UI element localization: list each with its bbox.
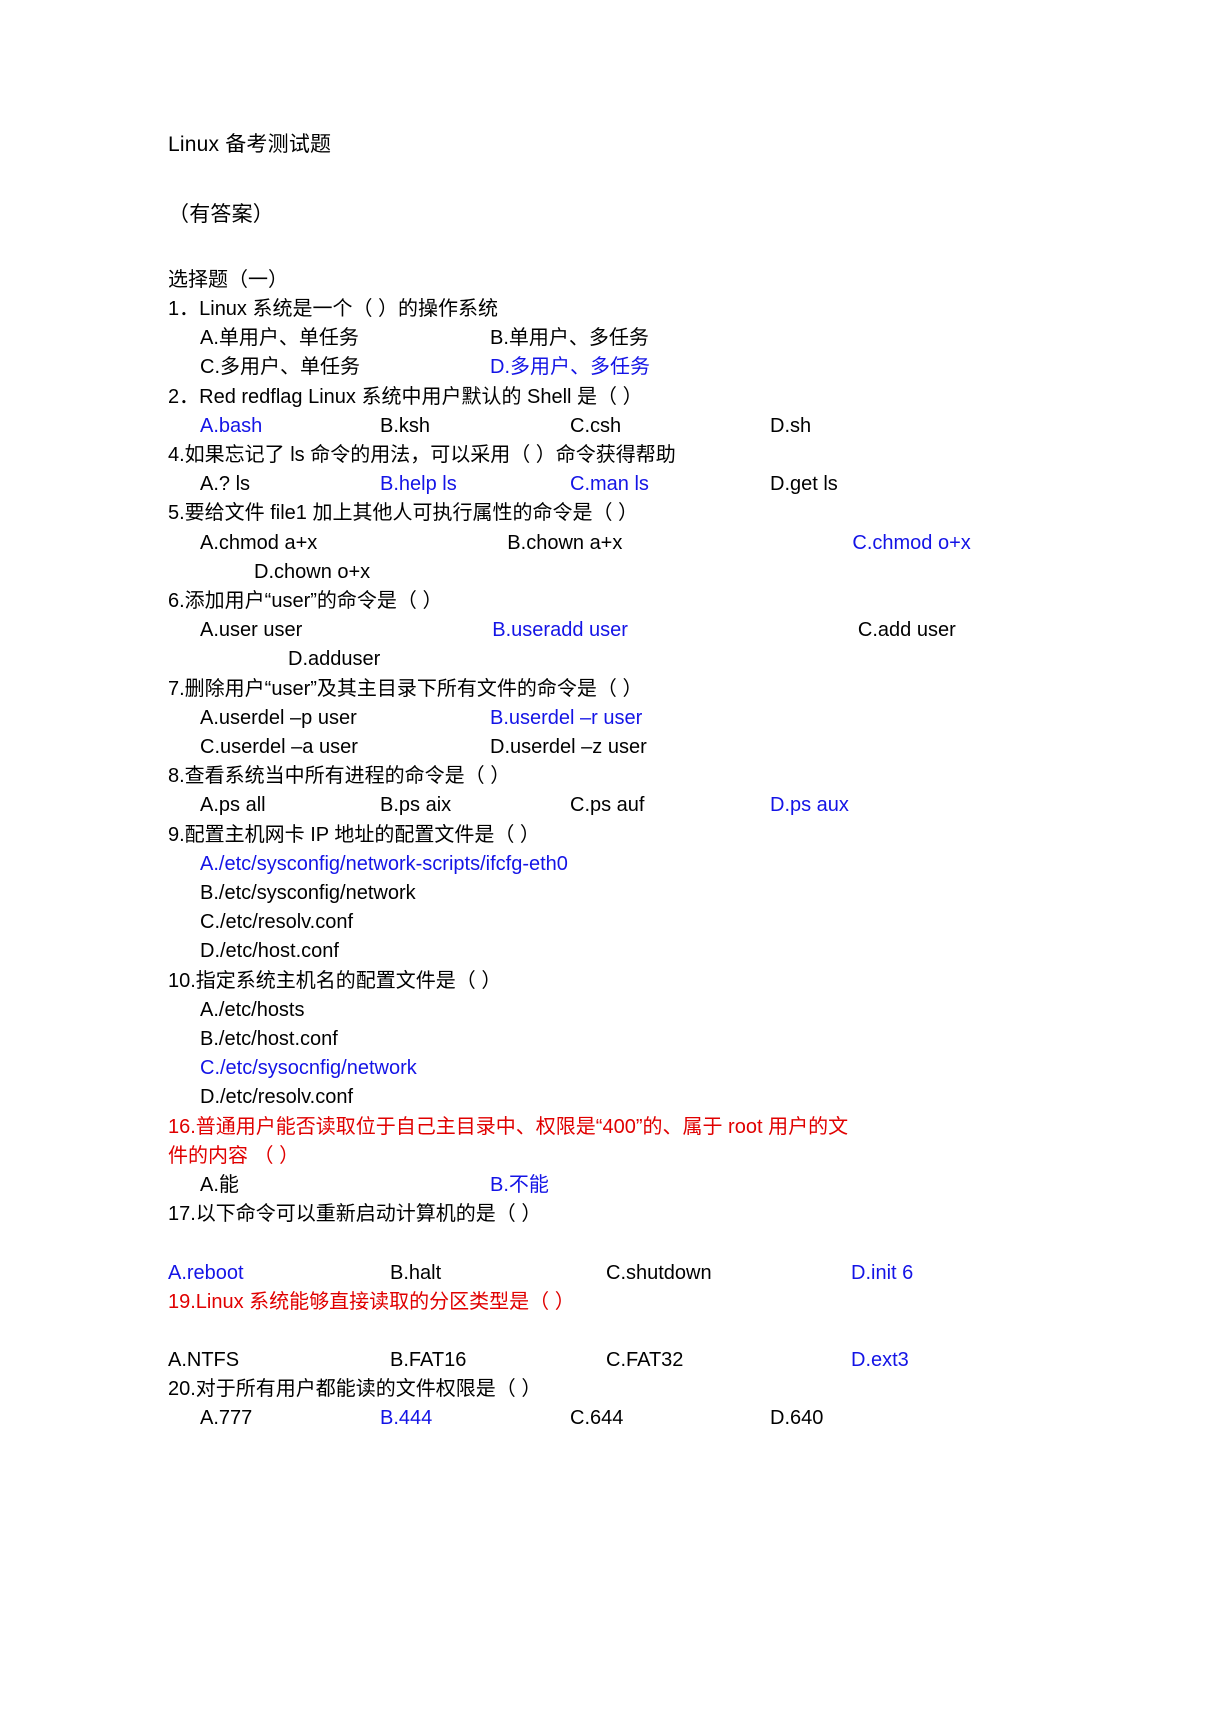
question-20-stem: 20.对于所有用户都能读的文件权限是（ ） [168, 1378, 542, 1401]
question-16-options: A.能 B.不能 [168, 1171, 1049, 1200]
question-2-option-c[interactable]: C.csh [570, 412, 770, 441]
question-2-option-d[interactable]: D.sh [770, 412, 950, 441]
question-4-options: A.? ls B.help ls C.man ls D.get ls [168, 470, 1049, 499]
question-9-option-c[interactable]: C./etc/resolv.conf [168, 908, 1049, 937]
question-19-option-d[interactable]: D.ext3 [851, 1346, 909, 1375]
question-17-stem: 17.以下命令可以重新启动计算机的是（ ） [168, 1203, 542, 1226]
spacer-after-question-17 [168, 1230, 1049, 1259]
question-4-option-c[interactable]: C.man ls [570, 470, 770, 499]
question-17-option-b[interactable]: B.halt [390, 1259, 606, 1288]
question-6-stem: 6.添加用户“user”的命令是（ ） [168, 590, 443, 613]
question-7-options-row-1: A.userdel –p user B.userdel –r user [168, 704, 1049, 733]
question-8-option-c[interactable]: C.ps auf [570, 791, 770, 820]
question-2-stem: 2．Red redflag Linux 系统中用户默认的 Shell 是（ ） [168, 385, 643, 408]
question-7-options-row-2: C.userdel –a user D.userdel –z user [168, 733, 1049, 762]
question-9-option-b[interactable]: B./etc/sysconfig/network [168, 879, 1049, 908]
question-8-option-a[interactable]: A.ps all [200, 791, 380, 820]
question-4-stem: 4.如果忘记了 ls 命令的用法，可以采用（ ）命令获得帮助 [168, 444, 676, 467]
question-2-option-a[interactable]: A.bash [200, 412, 380, 441]
question-1-stem: 1．Linux 系统是一个（ ）的操作系统 [168, 298, 499, 320]
question-17-option-c[interactable]: C.shutdown [606, 1259, 851, 1288]
question-8-options: A.ps all B.ps aix C.ps auf D.ps aux [168, 791, 1049, 820]
question-19-option-c[interactable]: C.FAT32 [606, 1346, 851, 1375]
question-8-option-d[interactable]: D.ps aux [770, 791, 950, 820]
document-subtitle: （有答案） [168, 203, 274, 226]
document-page: Linux 备考测试题 （有答案） 选择题（一） 1．Linux 系统是一个（ … [0, 0, 1214, 1719]
question-7-option-b[interactable]: B.userdel –r user [490, 704, 780, 733]
question-6-option-b[interactable]: B.useradd user [492, 619, 628, 641]
question-20-options: A.777 B.444 C.644 D.640 [168, 1404, 1049, 1433]
question-5-option-d[interactable]: D.chown o+x [254, 561, 370, 583]
question-5-stem: 5.要给文件 file1 加上其他人可执行属性的命令是（ ） [168, 502, 639, 525]
question-4-option-b[interactable]: B.help ls [380, 470, 570, 499]
question-1-option-c[interactable]: C.多用户、单任务 [200, 353, 490, 382]
question-4-option-a[interactable]: A.? ls [200, 470, 380, 499]
question-9-option-a[interactable]: A./etc/sysconfig/network-scripts/ifcfg-e… [168, 850, 1049, 879]
question-17-option-a[interactable]: A.reboot [168, 1259, 390, 1288]
question-16-stem-line-1: 16.普通用户能否读取位于自己主目录中、权限是“400”的、属于 root 用户… [168, 1115, 849, 1138]
question-10-option-b[interactable]: B./etc/host.conf [168, 1025, 1049, 1054]
question-1-option-b[interactable]: B.单用户、多任务 [490, 324, 780, 353]
question-17-options: A.reboot B.halt C.shutdown D.init 6 [168, 1259, 1049, 1288]
question-20-option-d[interactable]: D.640 [770, 1404, 950, 1433]
question-5-option-c[interactable]: C.chmod o+x [852, 532, 970, 554]
question-6-option-d[interactable]: D.adduser [288, 648, 380, 670]
question-5-option-b[interactable]: B.chown a+x [507, 532, 622, 554]
question-2-options: A.bash B.ksh C.csh D.sh [168, 412, 1049, 441]
question-4-option-d[interactable]: D.get ls [770, 470, 950, 499]
question-7-stem: 7.删除用户“user”及其主目录下所有文件的命令是（ ） [168, 677, 643, 700]
question-1-option-d[interactable]: D.多用户、多任务 [490, 353, 780, 382]
question-10-option-a[interactable]: A./etc/hosts [168, 996, 1049, 1025]
question-7-option-d[interactable]: D.userdel –z user [490, 733, 780, 762]
question-6-options-row-1: A.user user B.useradd user C.add user [168, 616, 1049, 645]
question-1-options-row-1: A.单用户、单任务 B.单用户、多任务 [168, 324, 1049, 353]
question-10-option-d[interactable]: D./etc/resolv.conf [168, 1083, 1049, 1112]
question-16-stem-line-2: 件的内容 （ ） [168, 1144, 300, 1167]
question-8-stem: 8.查看系统当中所有进程的命令是（ ） [168, 765, 511, 788]
question-1-option-a[interactable]: A.单用户、单任务 [200, 324, 490, 353]
question-5-option-a[interactable]: A.chmod a+x [200, 532, 317, 554]
section-label: 选择题（一） [168, 269, 288, 291]
question-7-option-a[interactable]: A.userdel –p user [200, 704, 490, 733]
question-19-options: A.NTFS B.FAT16 C.FAT32 D.ext3 [168, 1346, 1049, 1375]
question-20-option-a[interactable]: A.777 [200, 1404, 380, 1433]
question-19-stem: 19.Linux 系统能够直接读取的分区类型是（ ） [168, 1290, 575, 1313]
question-8-option-b[interactable]: B.ps aix [380, 791, 570, 820]
question-19-option-b[interactable]: B.FAT16 [390, 1346, 606, 1375]
document-title: Linux 备考测试题 [168, 133, 332, 156]
question-1-options-row-2: C.多用户、单任务 D.多用户、多任务 [168, 353, 1049, 382]
question-5-options-row-2: D.chown o+x [168, 558, 1049, 587]
question-16-option-a[interactable]: A.能 [200, 1171, 490, 1200]
question-16-option-b[interactable]: B.不能 [490, 1171, 780, 1200]
question-2-option-b[interactable]: B.ksh [380, 412, 570, 441]
question-6-options-row-2: D.adduser [168, 645, 1049, 674]
question-6-option-a[interactable]: A.user user [200, 619, 302, 641]
question-20-option-b[interactable]: B.444 [380, 1404, 570, 1433]
question-17-option-d[interactable]: D.init 6 [851, 1259, 913, 1288]
question-20-option-c[interactable]: C.644 [570, 1404, 770, 1433]
question-10-stem: 10.指定系统主机名的配置文件是（ ） [168, 969, 502, 992]
question-7-option-c[interactable]: C.userdel –a user [200, 733, 490, 762]
question-19-option-a[interactable]: A.NTFS [168, 1346, 390, 1375]
question-6-option-c[interactable]: C.add user [858, 619, 956, 641]
question-9-stem: 9.配置主机网卡 IP 地址的配置文件是（ ） [168, 823, 540, 846]
question-10-option-c[interactable]: C./etc/sysocnfig/network [168, 1054, 1049, 1083]
question-9-option-d[interactable]: D./etc/host.conf [168, 937, 1049, 966]
question-5-options-row-1: A.chmod a+x B.chown a+x C.chmod o+x [168, 529, 1049, 558]
spacer-after-question-19 [168, 1317, 1049, 1346]
